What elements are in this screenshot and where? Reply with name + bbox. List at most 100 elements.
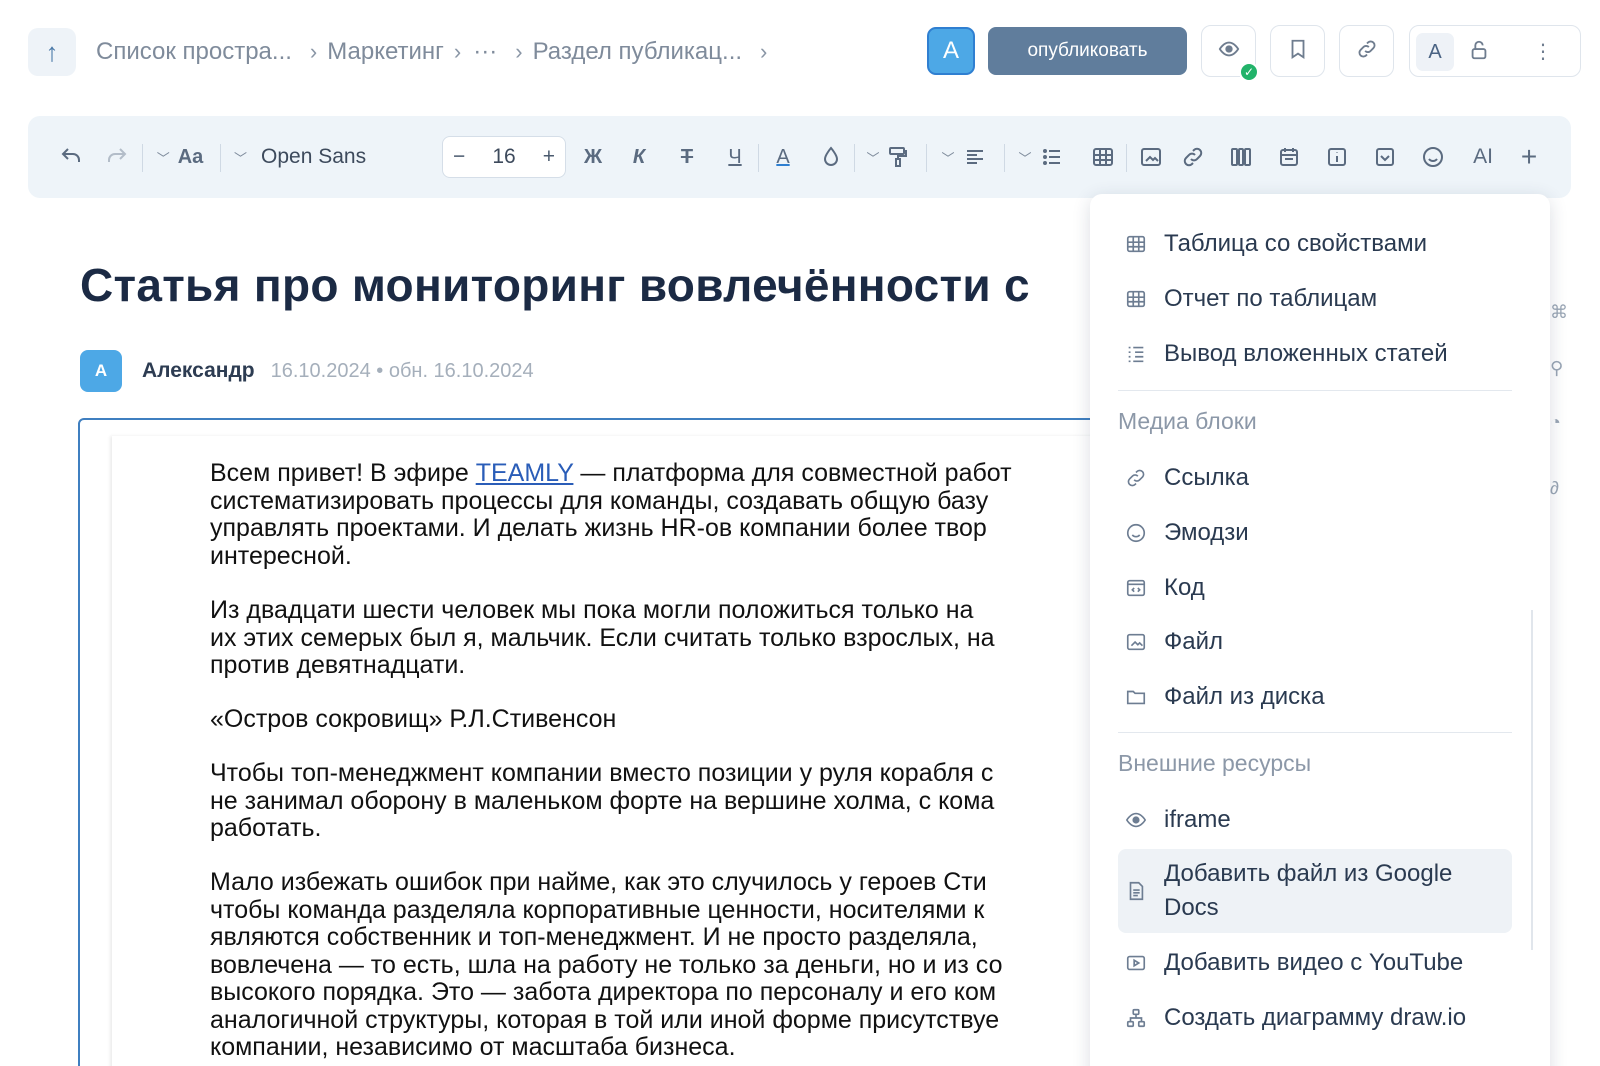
paragraph[interactable]: Всем привет! В эфире TEAMLY — платформа … — [210, 459, 1210, 570]
paragraph[interactable]: «Остров сокровищ» Р.Л.Стивенсон — [210, 705, 1210, 734]
menu-item-youtube[interactable]: Добавить видео с YouTube — [1118, 941, 1512, 985]
align-left-icon — [963, 145, 987, 169]
link-icon — [1122, 464, 1150, 492]
lock-icon[interactable] — [1468, 39, 1490, 66]
menu-scrollbar[interactable] — [1531, 610, 1533, 950]
avatar[interactable]: A — [80, 350, 122, 392]
menu-item-file-from-disk[interactable]: Файл из диска — [1118, 675, 1512, 719]
font-size-value[interactable]: 16 — [492, 145, 515, 169]
menu-item-link[interactable]: Ссылка — [1118, 456, 1512, 500]
menu-item-code[interactable]: Код — [1118, 566, 1512, 610]
font-size-stepper[interactable]: − 16 + — [442, 136, 566, 178]
calendar-icon[interactable] — [1274, 138, 1304, 176]
eye-icon — [1122, 806, 1150, 834]
redo-icon[interactable] — [102, 138, 132, 176]
underline-button[interactable]: Ч — [720, 138, 750, 176]
menu-section-media: Медиа блоки — [1118, 408, 1257, 434]
menu-item-table-props[interactable]: Таблица со свойствами — [1118, 222, 1512, 266]
menu-item-label: Эмодзи — [1164, 519, 1249, 546]
paragraph[interactable]: Из двадцати шести человек мы пока могли … — [210, 596, 1210, 680]
emoji-icon — [1122, 519, 1150, 547]
paragraph[interactable]: Мало избежать ошибок при найме, как это … — [210, 868, 1210, 1062]
access-group: A ⋮ — [1409, 25, 1581, 77]
menu-item-label: Отчет по таблицам — [1164, 285, 1378, 312]
page-title[interactable]: Статья про мониторинг вовлечённости с — [80, 258, 1030, 312]
copy-link-button[interactable] — [1339, 25, 1394, 77]
minus-icon[interactable]: − — [453, 145, 465, 169]
youtube-icon — [1122, 949, 1150, 977]
preview-button[interactable]: ✓ — [1201, 25, 1259, 82]
divider — [220, 144, 221, 172]
chevron-right-icon: › — [453, 39, 462, 64]
side-icon[interactable]: ∂ — [1550, 478, 1559, 499]
diagram-icon — [1122, 1004, 1150, 1032]
side-icon[interactable]: ◔ — [1550, 412, 1561, 433]
menu-item-drawio[interactable]: Создать диаграмму draw.io — [1118, 996, 1512, 1040]
columns-icon[interactable] — [1226, 138, 1256, 176]
font-family-dropdown[interactable]: ﹀ Open Sans — [234, 138, 404, 176]
bold-button[interactable]: Ж — [578, 138, 608, 176]
more-vertical-icon[interactable]: ⋮ — [1530, 39, 1556, 64]
menu-item-google-docs[interactable]: Добавить файл из Google Docs — [1118, 849, 1512, 933]
plus-icon[interactable]: + — [543, 145, 555, 169]
link-icon[interactable] — [1178, 138, 1208, 176]
menu-item-label: Файл — [1164, 628, 1224, 655]
menu-item-table-report[interactable]: Отчет по таблицам — [1118, 277, 1512, 321]
side-icon[interactable]: ⌘ — [1550, 302, 1568, 323]
emoji-icon[interactable] — [1418, 138, 1448, 176]
publish-button[interactable]: опубликовать — [988, 27, 1187, 75]
article-dates: 16.10.2024 • обн. 16.10.2024 — [270, 359, 534, 382]
plus-icon[interactable]: + — [1514, 138, 1544, 176]
menu-item-emoji[interactable]: Эмодзи — [1118, 511, 1512, 555]
checkbox-icon[interactable] — [1370, 138, 1400, 176]
side-icon[interactable]: ⚲ — [1550, 358, 1563, 379]
access-avatar[interactable]: A — [1416, 33, 1454, 71]
menu-item-nested-articles[interactable]: Вывод вложенных статей — [1118, 332, 1512, 376]
text-style-dropdown[interactable]: ﹀ Aa — [152, 138, 208, 176]
menu-item-label: Создать диаграмму draw.io — [1164, 1004, 1467, 1031]
italic-button[interactable]: К — [624, 138, 654, 176]
text-color-button[interactable]: A — [768, 138, 798, 176]
user-avatar[interactable]: A — [927, 27, 975, 75]
chevron-down-icon: ﹀ — [941, 150, 955, 166]
table-icon[interactable] — [1088, 138, 1118, 176]
code-icon — [1122, 574, 1150, 602]
strikethrough-button[interactable]: Т — [672, 138, 702, 176]
paragraph[interactable]: Чтобы топ-менеджмент компании вместо поз… — [210, 759, 1210, 843]
menu-item-label: Таблица со свойствами — [1164, 230, 1428, 257]
undo-icon[interactable] — [56, 138, 86, 176]
breadcrumb-ellipsis[interactable]: ··· — [473, 38, 497, 66]
divider — [854, 144, 855, 172]
align-dropdown[interactable]: ﹀ — [936, 138, 992, 176]
ai-button[interactable]: AI — [1466, 138, 1500, 176]
insert-block-menu: Таблица со свойствами Отчет по таблицам … — [1090, 194, 1550, 1066]
menu-item-label: Ссылка — [1164, 464, 1249, 491]
author-name[interactable]: Александр — [142, 359, 255, 383]
link-icon — [1356, 38, 1378, 65]
menu-item-label: Файл из диска — [1164, 683, 1325, 710]
breadcrumb-page[interactable]: Раздел публикац... — [533, 38, 742, 66]
bookmark-button[interactable] — [1270, 25, 1325, 77]
menu-item-label: Добавить видео с YouTube — [1164, 949, 1464, 976]
table-props-icon — [1122, 230, 1150, 258]
format-painter-dropdown[interactable]: ﹀ — [862, 138, 914, 176]
chevron-down-icon: ﹀ — [234, 150, 248, 166]
highlight-drop-icon[interactable] — [816, 138, 846, 176]
image-icon[interactable] — [1136, 138, 1166, 176]
top-bar: ↑ Список простра... › Маркетинг › ··· › … — [0, 0, 1600, 104]
text-style-label: Aa — [177, 145, 204, 168]
divider — [758, 144, 759, 172]
bookmark-icon — [1287, 38, 1309, 65]
teamly-link[interactable]: TEAMLY — [476, 459, 574, 487]
menu-item-file[interactable]: Файл — [1118, 620, 1512, 664]
go-up-button[interactable]: ↑ — [28, 28, 76, 76]
breadcrumb-space[interactable]: Список простра... — [96, 38, 292, 66]
breadcrumb-section[interactable]: Маркетинг — [327, 38, 444, 66]
menu-item-iframe[interactable]: iframe — [1118, 798, 1512, 842]
image-file-icon — [1122, 628, 1150, 656]
eye-icon — [1218, 38, 1240, 65]
info-icon[interactable] — [1322, 138, 1352, 176]
list-dropdown[interactable]: ﹀ — [1012, 138, 1070, 176]
divider — [1004, 144, 1005, 172]
paint-roller-icon — [886, 145, 910, 169]
